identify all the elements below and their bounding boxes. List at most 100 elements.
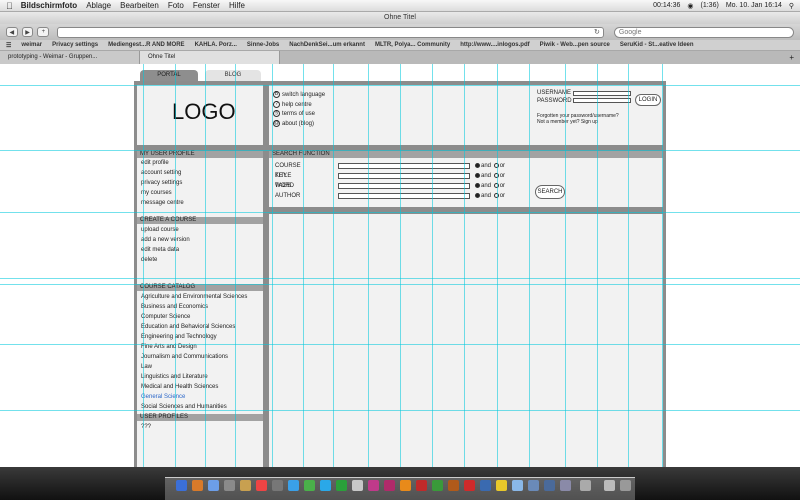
bookmark-item[interactable]: weimar bbox=[21, 42, 42, 48]
catalog-item-highlighted[interactable]: General Science bbox=[141, 392, 247, 402]
tab-prototyping[interactable]: prototyping - Weimar - Gruppen... bbox=[0, 51, 140, 64]
and-radio[interactable] bbox=[475, 182, 480, 188]
username-input[interactable] bbox=[573, 91, 631, 96]
about-link[interactable]: @ about (blog) bbox=[273, 119, 325, 130]
menu-ablage[interactable]: Ablage bbox=[86, 1, 111, 10]
dreamweaver-icon[interactable] bbox=[432, 480, 443, 491]
catalog-item[interactable]: Business and Economics bbox=[141, 302, 247, 312]
catalog-item[interactable]: Linguistics and Literature bbox=[141, 372, 247, 382]
bookmarks-icon[interactable]: ☰ bbox=[6, 42, 11, 49]
wifi-icon[interactable]: ◉ bbox=[687, 2, 693, 10]
menu-bearbeiten[interactable]: Bearbeiten bbox=[120, 1, 159, 10]
tags-input[interactable] bbox=[338, 183, 470, 189]
trash-icon[interactable] bbox=[620, 480, 631, 491]
menu-foto[interactable]: Foto bbox=[168, 1, 184, 10]
new-tab-icon[interactable]: + bbox=[789, 51, 800, 64]
flash-icon[interactable] bbox=[416, 480, 427, 491]
tab-blog[interactable]: BLOG bbox=[205, 70, 261, 81]
battery-readout[interactable]: (1:36) bbox=[701, 2, 719, 9]
author-input[interactable] bbox=[338, 193, 470, 199]
help-centre-link[interactable]: ? help centre bbox=[273, 100, 325, 111]
login-help: Forgotten your password/username? Not a … bbox=[537, 113, 619, 126]
terms-link[interactable]: § terms of use bbox=[273, 110, 325, 120]
catalog-item[interactable]: Agriculture and Environmental Sciences bbox=[141, 292, 247, 302]
create-item[interactable]: upload course bbox=[141, 225, 190, 235]
profile-item[interactable]: edit profile bbox=[141, 158, 184, 168]
and-radio[interactable] bbox=[475, 172, 480, 178]
and-radio[interactable] bbox=[475, 162, 480, 168]
google-search-input[interactable]: Google bbox=[613, 26, 795, 38]
course-title-input[interactable] bbox=[338, 163, 470, 169]
menu-hilfe[interactable]: Hilfe bbox=[229, 1, 245, 10]
app-icon[interactable] bbox=[528, 480, 539, 491]
date-time[interactable]: Mo. 10. Jan 16:14 bbox=[726, 2, 782, 9]
indesign-icon[interactable] bbox=[368, 480, 379, 491]
app-icon[interactable] bbox=[352, 480, 363, 491]
apple-menu-icon[interactable]:  bbox=[6, 1, 13, 11]
app-icon[interactable] bbox=[480, 480, 491, 491]
calendar-icon[interactable] bbox=[256, 480, 267, 491]
bookmark-item[interactable]: SeruKid - St...eative Ideen bbox=[620, 42, 694, 48]
logo[interactable]: LOGO bbox=[172, 99, 236, 125]
search-button[interactable]: SEARCH bbox=[535, 185, 565, 199]
app-icon[interactable] bbox=[224, 480, 235, 491]
key-word-input[interactable] bbox=[338, 173, 470, 179]
forward-icon[interactable]: ▶ bbox=[21, 27, 34, 37]
stack-icon[interactable] bbox=[604, 480, 615, 491]
url-input[interactable]: ↻ bbox=[57, 26, 604, 38]
app-menu[interactable]: Bildschirmfoto bbox=[21, 1, 77, 10]
safari-icon[interactable] bbox=[288, 480, 299, 491]
login-button[interactable]: LOGIN bbox=[635, 94, 661, 106]
switch-language-link[interactable]: Bswitch language bbox=[273, 91, 325, 101]
bridge-icon[interactable] bbox=[448, 480, 459, 491]
app-icon[interactable] bbox=[240, 480, 251, 491]
bookmark-item[interactable]: Privacy settings bbox=[52, 42, 98, 48]
bookmark-item[interactable]: KAHLA. Porz... bbox=[195, 42, 237, 48]
app-icon[interactable] bbox=[272, 480, 283, 491]
finder-icon[interactable] bbox=[176, 480, 187, 491]
tab-portal[interactable]: PORTAL bbox=[140, 70, 198, 81]
and-radio[interactable] bbox=[475, 192, 480, 198]
back-icon[interactable]: ◀ bbox=[6, 27, 18, 37]
create-item[interactable]: edit meta data bbox=[141, 245, 190, 255]
catalog-item[interactable]: Law bbox=[141, 362, 247, 372]
app-icon[interactable] bbox=[496, 480, 507, 491]
profile-item[interactable]: my courses bbox=[141, 188, 184, 198]
guide-line bbox=[529, 64, 530, 467]
skype-icon[interactable] bbox=[320, 480, 331, 491]
catalog-item[interactable]: Engineering and Technology bbox=[141, 332, 247, 342]
reload-icon[interactable]: ↻ bbox=[594, 28, 600, 37]
illustrator-icon[interactable] bbox=[400, 480, 411, 491]
app-icon[interactable] bbox=[512, 480, 523, 491]
app-icon[interactable] bbox=[304, 480, 315, 491]
bookmark-item[interactable]: Sinne-Jobs bbox=[247, 42, 279, 48]
catalog-item[interactable]: Medical and Health Sciences bbox=[141, 382, 247, 392]
bookmark-item[interactable]: NachDenkSei...um erkannt bbox=[289, 42, 365, 48]
catalog-item[interactable]: Journalism and Communications bbox=[141, 352, 247, 362]
create-item[interactable]: add a new version bbox=[141, 235, 190, 245]
create-item[interactable]: delete bbox=[141, 255, 190, 265]
tab-ohne-titel[interactable]: Ohne Titel bbox=[140, 51, 280, 64]
signup-link[interactable]: Not a member yet? Sign up bbox=[537, 119, 619, 126]
add-icon[interactable]: + bbox=[37, 27, 50, 37]
catalog-item[interactable]: Computer Science bbox=[141, 312, 247, 322]
bookmark-item[interactable]: http://www....inlogos.pdf bbox=[460, 42, 529, 48]
password-input[interactable] bbox=[573, 98, 631, 103]
mail-icon[interactable] bbox=[208, 480, 219, 491]
catalog-item[interactable]: Education and Behavioral Sciences bbox=[141, 322, 247, 332]
app-icon[interactable] bbox=[336, 480, 347, 491]
menu-fenster[interactable]: Fenster bbox=[193, 1, 220, 10]
profile-item[interactable]: message centre bbox=[141, 198, 184, 208]
bookmark-item[interactable]: Piwik - Web...pen source bbox=[540, 42, 610, 48]
bookmark-item[interactable]: Mediengest...R AND MORE bbox=[108, 42, 184, 48]
folder-icon[interactable] bbox=[580, 480, 591, 491]
indesign-icon[interactable] bbox=[384, 480, 395, 491]
app-icon[interactable] bbox=[544, 480, 555, 491]
firefox-icon[interactable] bbox=[192, 480, 203, 491]
app-icon[interactable] bbox=[560, 480, 571, 491]
bookmark-item[interactable]: MLTR, Polya... Community bbox=[375, 42, 450, 48]
profile-item[interactable]: privacy settings bbox=[141, 178, 184, 188]
profile-item[interactable]: account setting bbox=[141, 168, 184, 178]
acrobat-icon[interactable] bbox=[464, 480, 475, 491]
spotlight-icon[interactable]: ⚲ bbox=[789, 2, 794, 10]
